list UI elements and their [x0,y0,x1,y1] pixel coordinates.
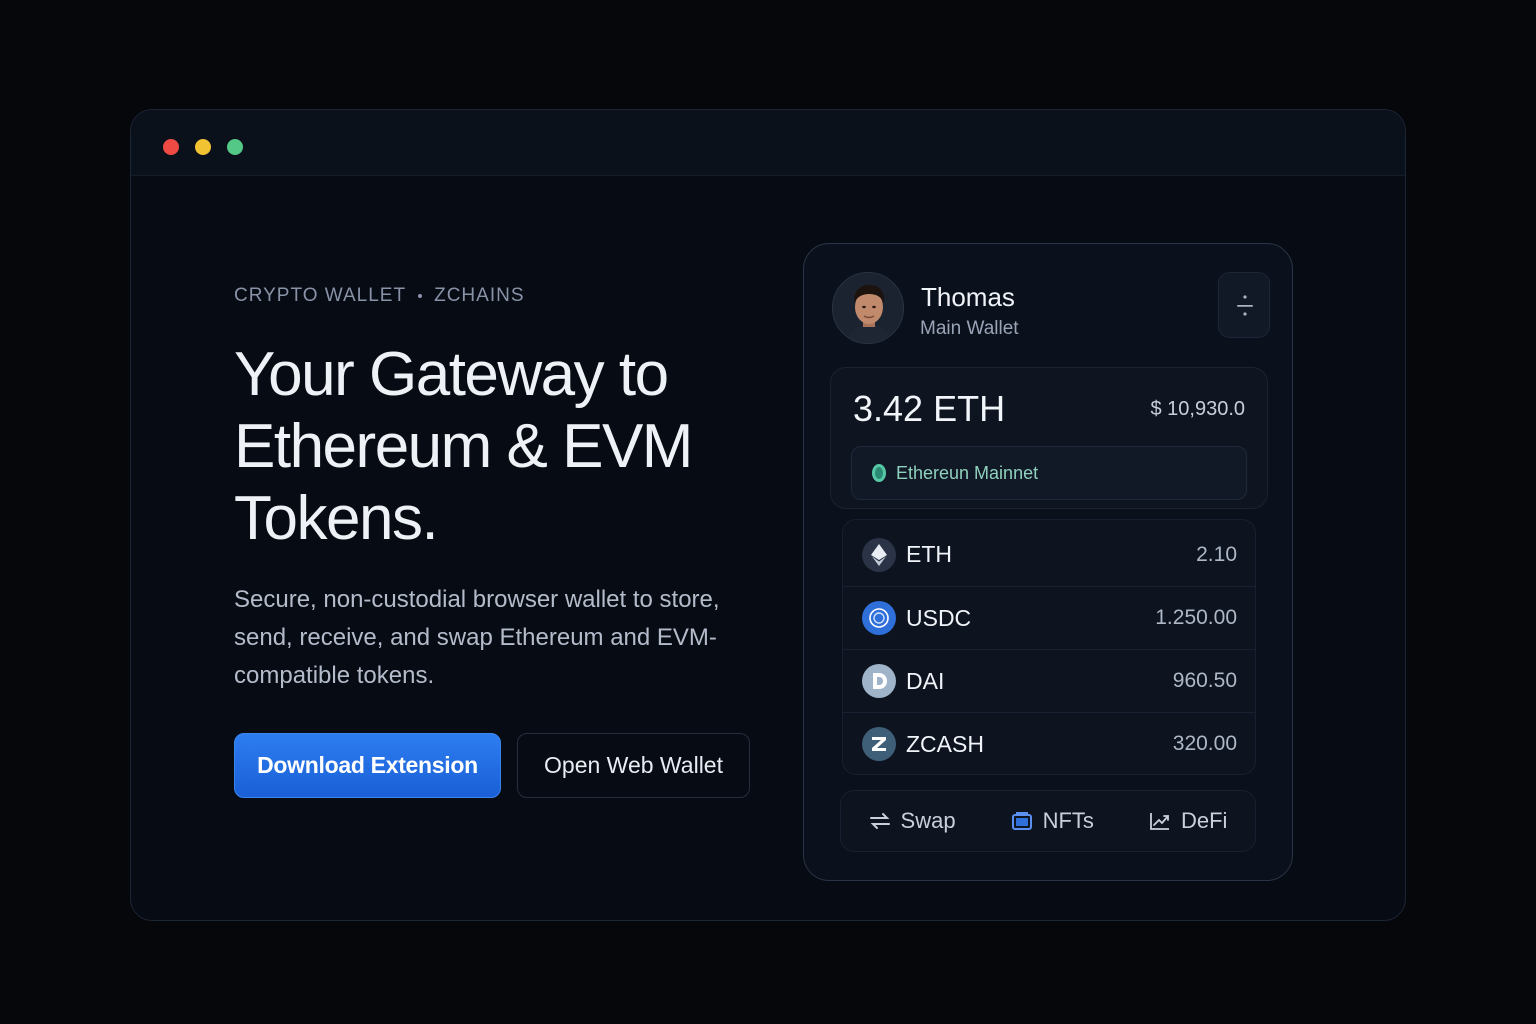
page-headline: Your Gateway to Ethereum & EVM Tokens. [234,340,693,553]
page-subtitle: Secure, non-custodial browser wallet to … [234,586,720,689]
more-icon [1237,295,1253,316]
cta-group: Download Extension Open Web Wallet [234,733,774,798]
token-amount: 2.10 [1196,542,1237,566]
nav-defi-label: DeFi [1180,808,1228,833]
minimize-window-button[interactable] [195,139,211,155]
token-row-zcash[interactable]: ZCASH 320.00 [843,712,1255,775]
token-list: ETH 2.10 USDC 1.250.00 DAI 960.50 ZCASH … [842,519,1256,775]
token-symbol: DAI [906,667,945,694]
swap-icon [869,813,890,829]
eyebrow-label: CRYPTO WALLET [234,285,407,306]
user-name: Thomas [921,282,1015,312]
token-row-dai[interactable]: DAI 960.50 [843,649,1255,712]
zcash-icon [862,727,896,761]
token-symbol: USDC [906,604,972,631]
eyebrow-brand: ZCHAINS [434,285,525,306]
token-amount: 960.50 [1172,669,1237,692]
token-symbol: ZCASH [906,730,984,757]
eyebrow: CRYPTO WALLET ZCHAINS [234,285,774,307]
avatar[interactable] [832,272,904,344]
wallet-bottom-nav: Swap NFTs DeFi [840,790,1256,852]
dai-icon [862,664,896,698]
nav-swap-label: Swap [900,808,956,833]
usdc-icon [862,601,896,635]
chart-icon [1150,813,1169,830]
usd-balance: $ 10,930.0 [1150,398,1245,420]
download-extension-button[interactable]: Download Extension [234,733,501,798]
token-amount: 1.250.00 [1155,606,1237,629]
browser-window: CRYPTO WALLET ZCHAINS Your Gateway to Et… [130,109,1406,921]
network-selector[interactable]: Ethereun Mainnet [851,446,1247,500]
open-web-wallet-button[interactable]: Open Web Wallet [517,733,750,798]
token-row-usdc[interactable]: USDC 1.250.00 [843,586,1255,649]
wallet-card: Thomas Main Wallet 3.42 ETH $ 10,930.0 E… [803,243,1293,881]
ethereum-icon [862,537,896,572]
token-row-eth[interactable]: ETH 2.10 [843,523,1255,586]
nft-icon [1011,812,1032,830]
eth-balance: 3.42 ETH [853,388,1006,429]
close-window-button[interactable] [163,139,179,155]
nav-nfts[interactable]: NFTs [1011,808,1094,834]
wallet-menu-button[interactable] [1218,272,1270,338]
maximize-window-button[interactable] [227,139,243,155]
profile-header: Thomas Main Wallet [832,272,1270,346]
wallet-label: Main Wallet [920,318,1019,339]
token-amount: 320.00 [1172,732,1237,755]
network-name: Ethereun Mainnet [896,462,1039,483]
token-symbol: ETH [906,541,952,567]
network-status-icon [872,464,886,482]
nav-defi[interactable]: DeFi [1149,808,1227,834]
nav-swap[interactable]: Swap [869,808,956,834]
window-titlebar [131,110,1405,176]
hero-section: CRYPTO WALLET ZCHAINS Your Gateway to Et… [234,285,774,798]
separator-dot [418,294,423,298]
nav-nfts-label: NFTs [1042,808,1094,833]
balance-card: 3.42 ETH $ 10,930.0 Ethereun Mainnet [830,367,1268,509]
